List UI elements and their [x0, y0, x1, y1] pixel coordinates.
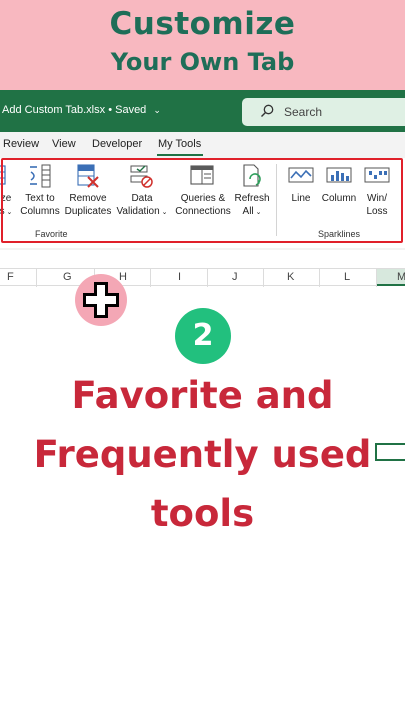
- column-header-row: F G H I J K L M: [0, 268, 405, 287]
- headline-line-1: Favorite and: [71, 374, 334, 417]
- tab-developer[interactable]: Developer: [92, 138, 142, 150]
- column-header[interactable]: J: [232, 271, 238, 283]
- banner-subtitle: Your Own Tab: [110, 48, 295, 76]
- search-placeholder: Search: [284, 105, 323, 119]
- column-header[interactable]: L: [344, 271, 350, 283]
- chevron-down-icon: ⌄: [153, 105, 161, 115]
- highlight-frame: [1, 158, 403, 243]
- tab-my-tools[interactable]: My Tools: [158, 138, 201, 150]
- header-banner: Customize Your Own Tab: [0, 0, 405, 90]
- column-divider: [263, 269, 264, 287]
- column-header[interactable]: M: [397, 271, 405, 283]
- tab-review[interactable]: Review: [3, 138, 39, 150]
- column-divider: [150, 269, 151, 287]
- excel-title-bar: Add Custom Tab.xlsx • Saved ⌄ Search: [0, 90, 405, 132]
- column-header[interactable]: F: [7, 271, 14, 283]
- document-title[interactable]: Add Custom Tab.xlsx • Saved ⌄: [2, 104, 161, 116]
- file-name: Add Custom Tab.xlsx: [2, 104, 106, 116]
- tab-view[interactable]: View: [52, 138, 76, 150]
- search-input[interactable]: Search: [242, 98, 405, 126]
- step-number-badge: 2: [175, 308, 231, 364]
- column-divider: [36, 269, 37, 287]
- column-header[interactable]: K: [287, 271, 294, 283]
- column-header[interactable]: G: [63, 271, 72, 283]
- active-tab-indicator: [157, 154, 203, 156]
- selected-cell[interactable]: [375, 443, 405, 461]
- headline-line-2: Frequently used: [33, 433, 372, 476]
- headline-line-3: tools: [150, 492, 255, 535]
- column-divider: [319, 269, 320, 287]
- banner-title: Customize: [109, 6, 296, 42]
- search-icon: [261, 104, 274, 117]
- save-status: Saved: [115, 104, 147, 116]
- column-divider: [207, 269, 208, 287]
- column-divider: [376, 269, 377, 287]
- headline: Favorite and Frequently used tools: [0, 366, 405, 543]
- plus-cursor-icon: [83, 282, 119, 318]
- column-header[interactable]: I: [178, 271, 181, 283]
